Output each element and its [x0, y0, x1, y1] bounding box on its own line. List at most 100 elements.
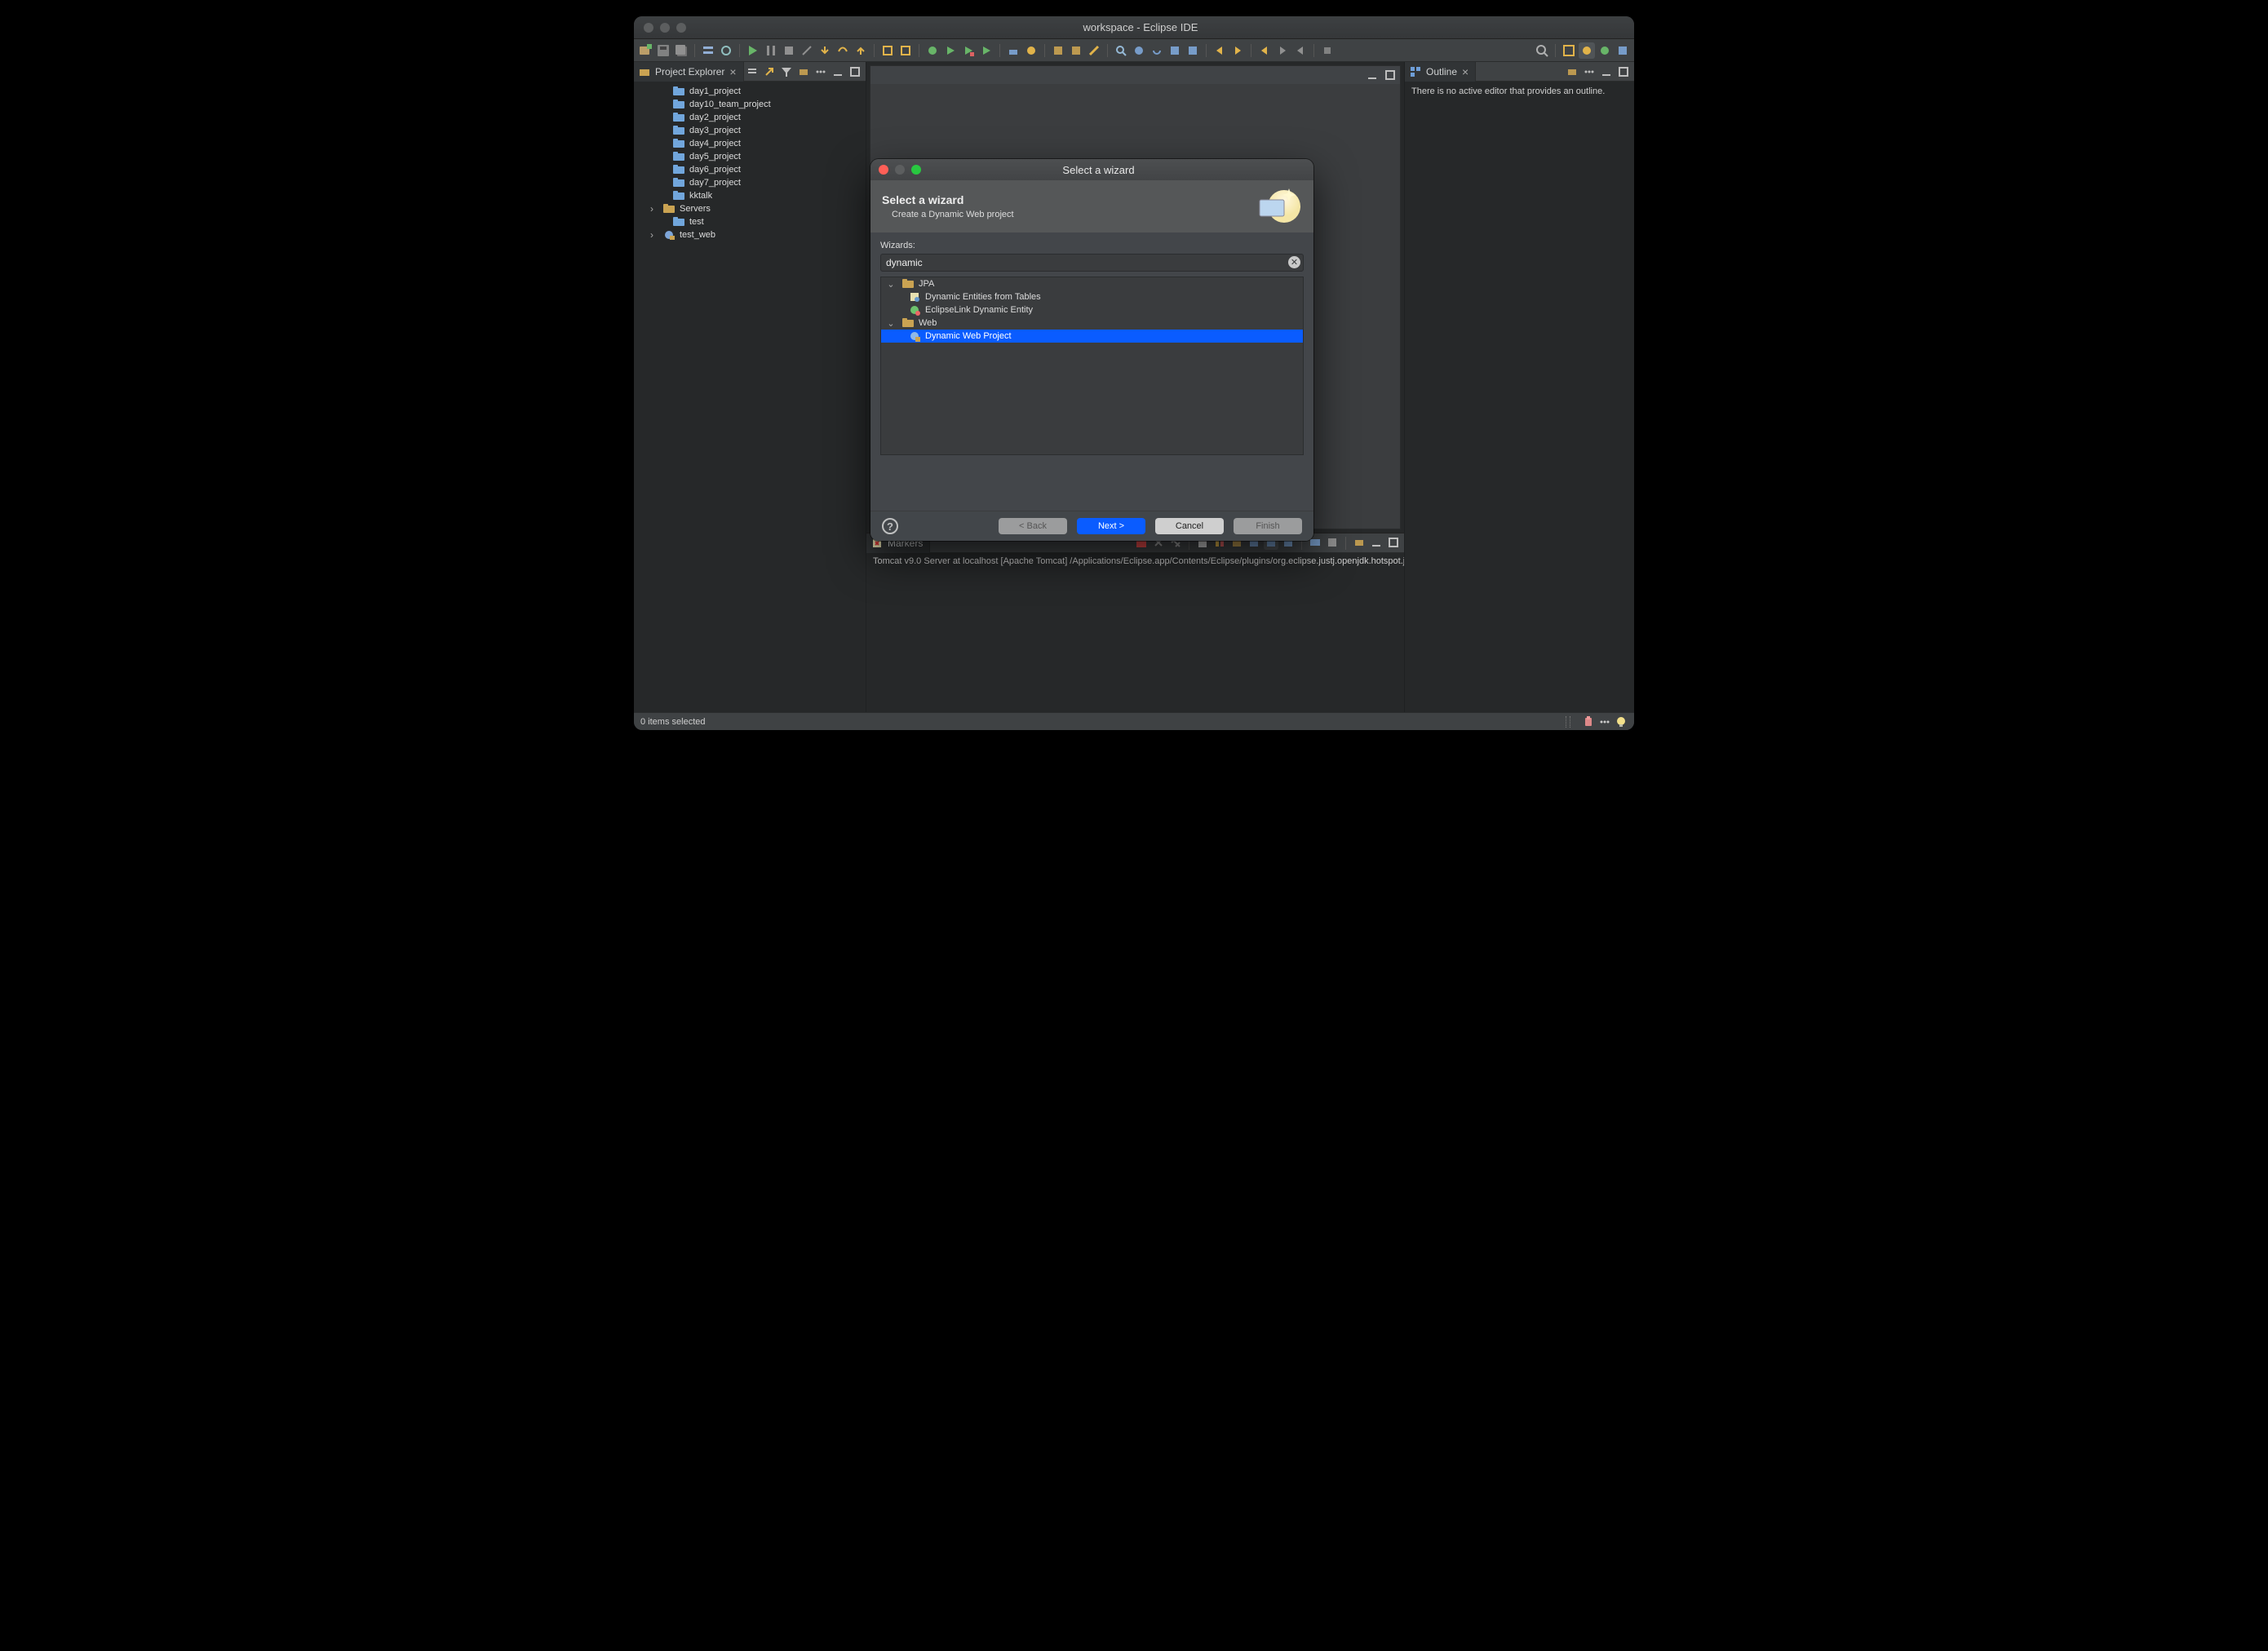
coverage-button[interactable]: [960, 42, 977, 59]
outline-maximize-button[interactable]: [1616, 64, 1631, 79]
dialog-max-icon[interactable]: [911, 165, 921, 175]
outline-tab[interactable]: Outline ×: [1405, 62, 1476, 82]
toolbar-generic-1[interactable]: [879, 42, 896, 59]
console-select-button[interactable]: [1352, 535, 1367, 550]
outline-view: Outline × There is no active editor that…: [1404, 62, 1634, 712]
status-left: 0 items selected: [640, 717, 705, 727]
perspective-debug[interactable]: [1597, 42, 1613, 59]
project-explorer-icon: [639, 66, 650, 77]
close-icon[interactable]: ×: [1462, 66, 1468, 77]
toolbar-wand-button[interactable]: [1086, 42, 1102, 59]
toolbar-generic-4[interactable]: [1185, 42, 1201, 59]
wizard-banner-icon: [1251, 187, 1302, 226]
collapse-all-button[interactable]: [745, 64, 760, 79]
chevron-down-icon[interactable]: ⌄: [884, 318, 897, 329]
outline-empty-message: There is no active editor that provides …: [1405, 82, 1634, 101]
skip-breakpoints-button[interactable]: [718, 42, 734, 59]
bottom-panel: Markers: [866, 533, 1404, 712]
project-explorer-tab[interactable]: Project Explorer ×: [634, 62, 744, 82]
quick-search-icon[interactable]: [1534, 42, 1550, 59]
bottom-minimize-button[interactable]: [1369, 535, 1384, 550]
toolbar-globe-1[interactable]: [1023, 42, 1039, 59]
clear-filter-button[interactable]: ✕: [1288, 256, 1300, 268]
step-into-button[interactable]: [817, 42, 833, 59]
wizard-filter-input[interactable]: [880, 254, 1304, 272]
dialog-title: Select a wizard: [929, 164, 1268, 176]
dialog-close-icon[interactable]: [879, 165, 888, 175]
prev-annotation-button[interactable]: [1292, 42, 1309, 59]
step-over-button[interactable]: [835, 42, 851, 59]
forward-button[interactable]: [1229, 42, 1246, 59]
traffic-max-icon[interactable]: [676, 23, 686, 33]
wizard-item-selected[interactable]: Dynamic Web Project: [881, 330, 1303, 343]
save-all-button[interactable]: [673, 42, 689, 59]
open-type-button[interactable]: [1068, 42, 1084, 59]
open-perspective-button[interactable]: [1561, 42, 1577, 59]
wizard-tree[interactable]: ⌄JPA Dynamic Entities from Tables Eclips…: [880, 277, 1304, 455]
status-menu-icon[interactable]: [1598, 715, 1611, 728]
toolbar-globe-2[interactable]: [1131, 42, 1147, 59]
save-button[interactable]: [655, 42, 671, 59]
run-button[interactable]: [942, 42, 959, 59]
traffic-close-icon[interactable]: [644, 23, 653, 33]
cancel-button[interactable]: Cancel: [1155, 518, 1224, 534]
outline-minimize-button[interactable]: [1599, 64, 1614, 79]
next-button[interactable]: Next >: [1077, 518, 1145, 534]
outline-menu-button[interactable]: [1582, 64, 1597, 79]
status-bulb-icon[interactable]: [1615, 715, 1628, 728]
close-icon[interactable]: ×: [729, 66, 736, 77]
new-package-button[interactable]: [1050, 42, 1066, 59]
run-last-button[interactable]: [978, 42, 994, 59]
filter-button[interactable]: [779, 64, 794, 79]
pin-editor-button[interactable]: [1319, 42, 1336, 59]
outline-focus-button[interactable]: [1565, 64, 1579, 79]
help-button[interactable]: ?: [882, 518, 898, 534]
disconnect-button[interactable]: [799, 42, 815, 59]
view-menu-button[interactable]: [813, 64, 828, 79]
perspective-java-ee[interactable]: [1579, 42, 1595, 59]
tree-item: ›Servers: [634, 202, 866, 215]
new-button[interactable]: [637, 42, 653, 59]
console-body[interactable]: [866, 569, 1404, 712]
console-generic-1[interactable]: [1325, 535, 1340, 550]
toolbar-generic-3[interactable]: [1167, 42, 1183, 59]
status-tip-icon[interactable]: [1582, 715, 1595, 728]
editor-minimize-button[interactable]: [1364, 67, 1380, 83]
chevron-down-icon[interactable]: ⌄: [884, 279, 897, 290]
pause-button[interactable]: [763, 42, 779, 59]
link-editor-button[interactable]: [762, 64, 777, 79]
toolbar-generic-2[interactable]: [897, 42, 914, 59]
prev-edit-button[interactable]: [1256, 42, 1273, 59]
tree-item: test: [634, 215, 866, 228]
perspective-java[interactable]: [1615, 42, 1631, 59]
bottom-maximize-button[interactable]: [1386, 535, 1401, 550]
project-explorer-view: Project Explorer ×: [634, 62, 866, 712]
toolbar-refresh-button[interactable]: [1149, 42, 1165, 59]
wizard-item[interactable]: Dynamic Entities from Tables: [881, 290, 1303, 303]
debug-button[interactable]: [924, 42, 941, 59]
dialog-min-icon: [895, 165, 905, 175]
project-tree[interactable]: day1_project day10_team_project day2_pro…: [634, 82, 866, 245]
finish-button: Finish: [1234, 518, 1302, 534]
new-server-button[interactable]: [1005, 42, 1021, 59]
chevron-right-icon[interactable]: ›: [650, 203, 658, 215]
toggle-breadcrumb-button[interactable]: [700, 42, 716, 59]
search-button[interactable]: [1113, 42, 1129, 59]
tree-item: day5_project: [634, 150, 866, 163]
wizard-item[interactable]: EclipseLink Dynamic Entity: [881, 303, 1303, 316]
main-toolbar: [634, 39, 1634, 62]
minimize-view-button[interactable]: [831, 64, 845, 79]
tree-item: day2_project: [634, 111, 866, 124]
outline-label: Outline: [1426, 66, 1457, 77]
explorer-focus-button[interactable]: [796, 64, 811, 79]
status-handle[interactable]: [1566, 716, 1570, 728]
editor-maximize-button[interactable]: [1382, 67, 1398, 83]
traffic-min-icon[interactable]: [660, 23, 670, 33]
stop-button[interactable]: [781, 42, 797, 59]
chevron-right-icon[interactable]: ›: [650, 229, 658, 241]
next-annotation-button[interactable]: [1274, 42, 1291, 59]
step-return-button[interactable]: [853, 42, 869, 59]
resume-button[interactable]: [745, 42, 761, 59]
back-button[interactable]: [1212, 42, 1228, 59]
maximize-view-button[interactable]: [848, 64, 862, 79]
